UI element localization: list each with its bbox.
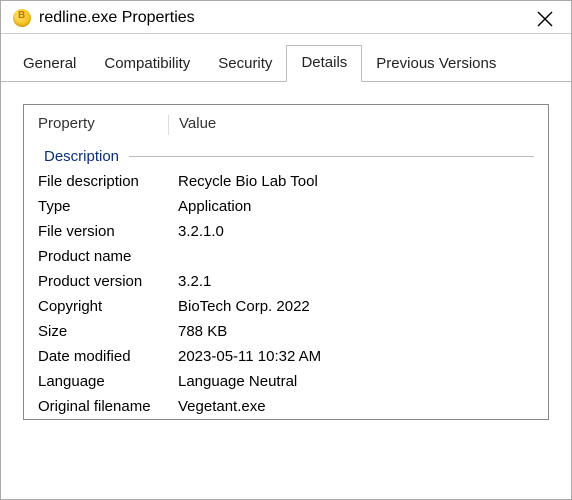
label-product-version: Product version xyxy=(38,273,178,290)
tab-security[interactable]: Security xyxy=(204,47,286,82)
tab-general[interactable]: General xyxy=(9,47,90,82)
row-language[interactable]: Language Language Neutral xyxy=(24,369,548,394)
row-size[interactable]: Size 788 KB xyxy=(24,319,548,344)
details-header: Property Value xyxy=(24,105,548,142)
value-original-filename: Vegetant.exe xyxy=(178,398,534,415)
label-file-version: File version xyxy=(38,223,178,240)
value-type: Application xyxy=(178,198,534,215)
row-product-name[interactable]: Product name xyxy=(24,244,548,269)
section-title: Description xyxy=(38,148,129,165)
tab-compatibility[interactable]: Compatibility xyxy=(90,47,204,82)
header-value: Value xyxy=(179,115,534,135)
row-file-description[interactable]: File description Recycle Bio Lab Tool xyxy=(24,169,548,194)
value-product-name xyxy=(178,248,534,265)
app-icon xyxy=(13,9,31,27)
label-product-name: Product name xyxy=(38,248,178,265)
tab-previous-versions[interactable]: Previous Versions xyxy=(362,47,510,82)
details-pane: Property Value Description File descript… xyxy=(1,82,571,420)
label-size: Size xyxy=(38,323,178,340)
label-file-description: File description xyxy=(38,173,178,190)
value-file-version: 3.2.1.0 xyxy=(178,223,534,240)
row-type[interactable]: Type Application xyxy=(24,194,548,219)
row-file-version[interactable]: File version 3.2.1.0 xyxy=(24,219,548,244)
header-divider xyxy=(168,115,169,135)
details-box: Property Value Description File descript… xyxy=(23,104,549,420)
properties-dialog: redline.exe Properties General Compatibi… xyxy=(0,0,572,500)
value-file-description: Recycle Bio Lab Tool xyxy=(178,173,534,190)
section-line xyxy=(129,156,534,157)
row-product-version[interactable]: Product version 3.2.1 xyxy=(24,269,548,294)
value-size: 788 KB xyxy=(178,323,534,340)
row-copyright[interactable]: Copyright BioTech Corp. 2022 xyxy=(24,294,548,319)
close-icon xyxy=(537,11,553,27)
tab-details[interactable]: Details xyxy=(286,45,362,82)
label-copyright: Copyright xyxy=(38,298,178,315)
value-language: Language Neutral xyxy=(178,373,534,390)
titlebar: redline.exe Properties xyxy=(1,1,571,34)
value-copyright: BioTech Corp. 2022 xyxy=(178,298,534,315)
section-description: Description xyxy=(24,142,548,169)
label-date-modified: Date modified xyxy=(38,348,178,365)
label-original-filename: Original filename xyxy=(38,398,178,415)
value-date-modified: 2023-05-11 10:32 AM xyxy=(178,348,534,365)
label-type: Type xyxy=(38,198,178,215)
tabstrip: General Compatibility Security Details P… xyxy=(1,34,571,82)
header-property: Property xyxy=(38,115,178,135)
row-date-modified[interactable]: Date modified 2023-05-11 10:32 AM xyxy=(24,344,548,369)
window-title: redline.exe Properties xyxy=(39,9,195,27)
label-language: Language xyxy=(38,373,178,390)
row-original-filename[interactable]: Original filename Vegetant.exe xyxy=(24,394,548,419)
value-product-version: 3.2.1 xyxy=(178,273,534,290)
close-button[interactable] xyxy=(525,3,565,35)
